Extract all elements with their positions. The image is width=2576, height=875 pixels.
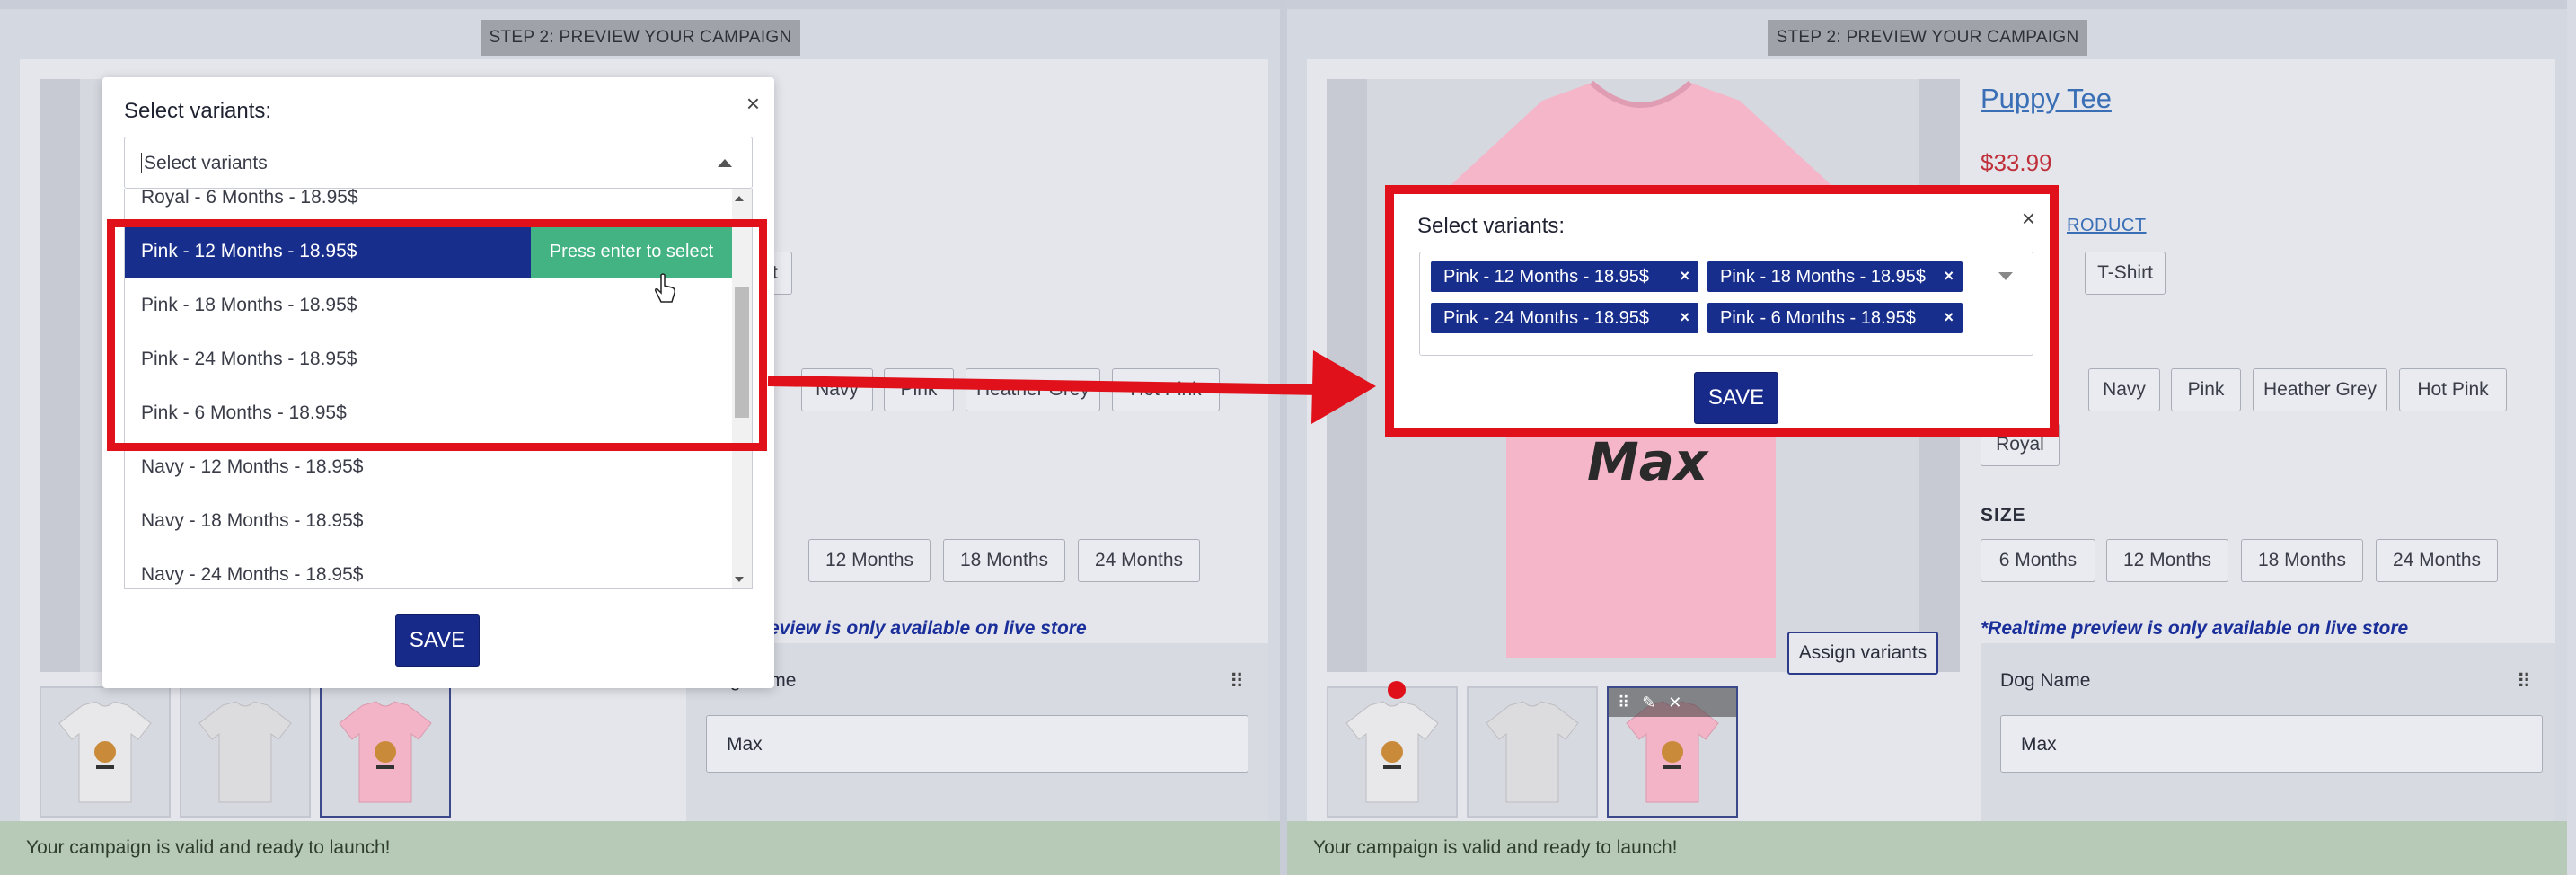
status-bar: Your campaign is valid and ready to laun…	[0, 821, 1280, 875]
color-chip-heather-grey[interactable]: Heather Grey	[2253, 368, 2387, 411]
remove-tag-icon[interactable]: ×	[1680, 267, 1689, 286]
product-title[interactable]: Puppy Tee	[1981, 83, 2112, 115]
selected-variants-box[interactable]: Pink - 12 Months - 18.95$ × Pink - 18 Mon…	[1419, 252, 2033, 356]
drag-handle-icon[interactable]: ⠿	[1230, 670, 1244, 694]
top-strip	[0, 0, 1280, 9]
product-info: ee RODUCT y T-Shirt Navy Pink Heather Gr…	[686, 59, 1268, 841]
thumbnail-strip: ⠿ ✎ ✕	[1327, 681, 1738, 818]
status-bar: Your campaign is valid and ready to laun…	[1287, 821, 2567, 875]
color-chip-hot-pink[interactable]: Hot Pink	[2399, 368, 2507, 411]
remove-tag-icon[interactable]: ×	[1680, 308, 1689, 327]
close-icon[interactable]: ✕	[1668, 694, 1681, 712]
scroll-down-icon[interactable]	[735, 577, 744, 582]
style-chip[interactable]: T-Shirt	[2085, 252, 2166, 295]
color-chip-pink[interactable]: Pink	[884, 368, 954, 411]
chevron-down-icon[interactable]	[1998, 272, 2013, 280]
thumbnail-white-tee[interactable]	[1327, 681, 1458, 818]
variant-tag: Pink - 6 Months - 18.95$ ×	[1707, 303, 1963, 333]
drag-icon[interactable]: ⠿	[1618, 694, 1629, 712]
size-chip-24m[interactable]: 24 Months	[1078, 539, 1200, 582]
thumbnail-pink-tee[interactable]	[320, 686, 451, 818]
thumbnail-toolbar: ⠿ ✎ ✕	[1609, 688, 1736, 717]
dog-name-input[interactable]: Max	[706, 715, 1248, 773]
color-chip-pink[interactable]: Pink	[2171, 368, 2241, 411]
panel-divider	[1280, 0, 1287, 875]
color-chip-navy[interactable]: Navy	[801, 368, 873, 411]
thumbnail-grey-tee[interactable]	[180, 686, 311, 818]
variant-tag-label: Pink - 12 Months - 18.95$	[1443, 266, 1650, 287]
close-icon[interactable]: ×	[746, 90, 760, 118]
size-chip-24m[interactable]: 24 Months	[2376, 539, 2498, 582]
list-item[interactable]: Royal - 6 Months - 18.95$	[125, 189, 732, 221]
top-strip	[1287, 0, 2567, 9]
close-icon[interactable]: ×	[2022, 205, 2035, 233]
variant-tag: Pink - 18 Months - 18.95$ ×	[1707, 261, 1963, 292]
save-button[interactable]: SAVE	[395, 614, 480, 667]
drag-handle-icon[interactable]: ⠿	[2517, 670, 2531, 694]
color-chip-hot-pink[interactable]: Hot Pink	[1112, 368, 1220, 411]
edit-icon[interactable]: ✎	[1642, 694, 1655, 712]
product-info: Puppy Tee $33.99 RODUCT T-Shirt Navy Pin…	[1981, 59, 2555, 841]
variant-tag: Pink - 24 Months - 18.95$ ×	[1431, 303, 1698, 333]
color-chip-navy[interactable]: Navy	[2088, 368, 2160, 411]
variants-search-input[interactable]: Select variants	[124, 137, 753, 189]
step-tab: STEP 2: PREVIEW YOUR CAMPAIGN	[481, 20, 800, 56]
realtime-note: *Realtime preview is only available on l…	[1981, 618, 2409, 639]
variant-tag-label: Pink - 18 Months - 18.95$	[1720, 266, 1927, 287]
color-chip-heather-grey[interactable]: Heather Grey	[966, 368, 1100, 411]
thumbnail-white-tee[interactable]	[40, 686, 171, 818]
variants-placeholder: Select variants	[141, 153, 268, 173]
size-label: SIZE	[1981, 505, 2026, 526]
realtime-note: eview is only available on live store	[769, 618, 1087, 639]
remove-tag-icon[interactable]: ×	[1944, 308, 1954, 327]
list-item[interactable]: Navy - 24 Months - 18.95$	[125, 548, 732, 588]
assign-variants-button[interactable]: Assign variants	[1787, 632, 1938, 675]
size-chip-12m[interactable]: 12 Months	[808, 539, 931, 582]
variant-tag: Pink - 12 Months - 18.95$ ×	[1431, 261, 1698, 292]
right-panel: STEP 2: PREVIEW YOUR CAMPAIGN Max Assign…	[1287, 0, 2567, 875]
left-panel: STEP 2: PREVIEW YOUR CAMPAIGN ee RODUCT …	[0, 0, 1280, 875]
remove-tag-icon[interactable]: ×	[1944, 267, 1954, 286]
step-tab: STEP 2: PREVIEW YOUR CAMPAIGN	[1768, 20, 2087, 56]
dog-name-label: Dog Name	[2000, 670, 2091, 691]
scroll-up-icon[interactable]	[735, 196, 744, 201]
size-chip-18m[interactable]: 18 Months	[943, 539, 1065, 582]
tee-print-text: Max	[1587, 431, 1709, 492]
save-button[interactable]: SAVE	[1694, 372, 1778, 424]
size-chip-6m[interactable]: 6 Months	[1981, 539, 2095, 582]
variant-tag-label: Pink - 24 Months - 18.95$	[1443, 307, 1650, 328]
annotation-highlight-frame	[107, 219, 767, 451]
dog-name-box: Dog Name ⠿ Max	[1981, 643, 2555, 841]
size-chip-12m[interactable]: 12 Months	[2106, 539, 2228, 582]
image-rail-left	[40, 79, 80, 672]
image-rail-left	[1327, 79, 1367, 672]
variant-tag-label: Pink - 6 Months - 18.95$	[1720, 307, 1916, 328]
campaign-card: Max Assign variants ⠿ ✎ ✕ Puppy Tee $33.…	[1307, 59, 2555, 841]
product-price: $33.99	[1981, 149, 2052, 176]
modal-title: Select variants:	[124, 99, 272, 123]
size-chip-18m[interactable]: 18 Months	[2241, 539, 2363, 582]
modal-title: Select variants:	[1417, 214, 1566, 238]
thumbnail-pink-tee[interactable]: ⠿ ✎ ✕	[1607, 686, 1738, 818]
thumbnail-strip	[40, 686, 451, 818]
thumbnail-grey-tee[interactable]	[1467, 686, 1598, 818]
annotation-dot	[1388, 681, 1406, 699]
list-item[interactable]: Navy - 18 Months - 18.95$	[125, 494, 732, 548]
select-variants-modal-filled: Select variants: × Pink - 12 Months - 18…	[1385, 185, 2059, 437]
chevron-up-icon[interactable]	[718, 159, 732, 167]
dog-name-input[interactable]: Max	[2000, 715, 2543, 773]
product-link[interactable]: RODUCT	[2067, 216, 2147, 236]
